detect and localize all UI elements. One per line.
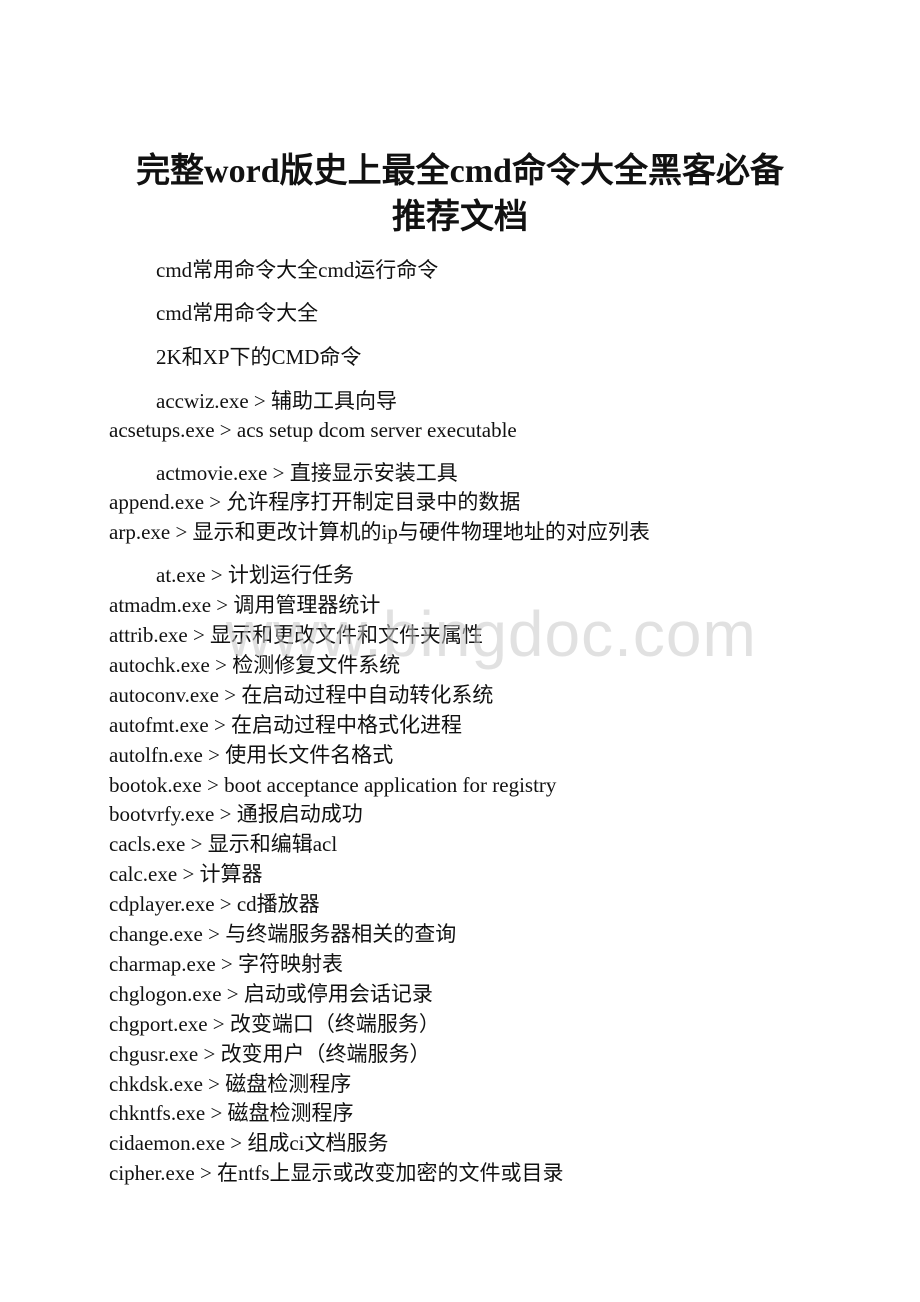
command-entry: charmap.exe > 字符映射表 (109, 952, 344, 976)
command-entry: accwiz.exe > 辅助工具向导 (156, 389, 398, 413)
command-entry: append.exe > 允许程序打开制定目录中的数据 (109, 490, 521, 514)
command-entry: cdplayer.exe > cd播放器 (109, 892, 320, 916)
command-entry: calc.exe > 计算器 (109, 862, 263, 886)
document-page: 完整word版史上最全cmd命令大全黑客必备 推荐文档 cmd常用命令大全cmd… (0, 0, 920, 1302)
paragraph-line: cmd常用命令大全 (156, 301, 319, 325)
command-entry: chkdsk.exe > 磁盘检测程序 (109, 1072, 352, 1096)
command-entry: atmadm.exe > 调用管理器统计 (109, 593, 381, 617)
command-entry: chgport.exe > 改变端口（终端服务） (109, 1012, 440, 1036)
command-entry: chgusr.exe > 改变用户（终端服务） (109, 1042, 431, 1066)
paragraph-line: 2K和XP下的CMD命令 (156, 345, 362, 369)
command-entry: at.exe > 计划运行任务 (156, 563, 354, 587)
command-entry: cacls.exe > 显示和编辑acl (109, 832, 338, 856)
command-entry: change.exe > 与终端服务器相关的查询 (109, 922, 457, 946)
command-entry: chglogon.exe > 启动或停用会话记录 (109, 982, 433, 1006)
command-entry: actmovie.exe > 直接显示安装工具 (156, 461, 458, 485)
command-entry: bootvrfy.exe > 通报启动成功 (109, 802, 363, 826)
command-entry: attrib.exe > 显示和更改文件和文件夹属性 (109, 623, 484, 647)
command-entry: arp.exe > 显示和更改计算机的ip与硬件物理地址的对应列表 (109, 520, 650, 544)
command-entry: bootok.exe > boot acceptance application… (109, 773, 557, 797)
document-title-line-2: 推荐文档 (392, 199, 528, 236)
document-title-line-1: 完整word版史上最全cmd命令大全黑客必备 (136, 153, 784, 190)
command-entry: cipher.exe > 在ntfs上显示或改变加密的文件或目录 (109, 1161, 564, 1185)
command-entry: autochk.exe > 检测修复文件系统 (109, 653, 401, 677)
command-entry: acsetups.exe > acs setup dcom server exe… (109, 418, 517, 442)
command-entry: autolfn.exe > 使用长文件名格式 (109, 743, 394, 767)
command-entry: autofmt.exe > 在启动过程中格式化进程 (109, 713, 463, 737)
command-entry: chkntfs.exe > 磁盘检测程序 (109, 1101, 354, 1125)
paragraph-line: cmd常用命令大全cmd运行命令 (156, 258, 439, 282)
command-entry: autoconv.exe > 在启动过程中自动转化系统 (109, 683, 494, 707)
command-entry: cidaemon.exe > 组成ci文档服务 (109, 1131, 389, 1155)
